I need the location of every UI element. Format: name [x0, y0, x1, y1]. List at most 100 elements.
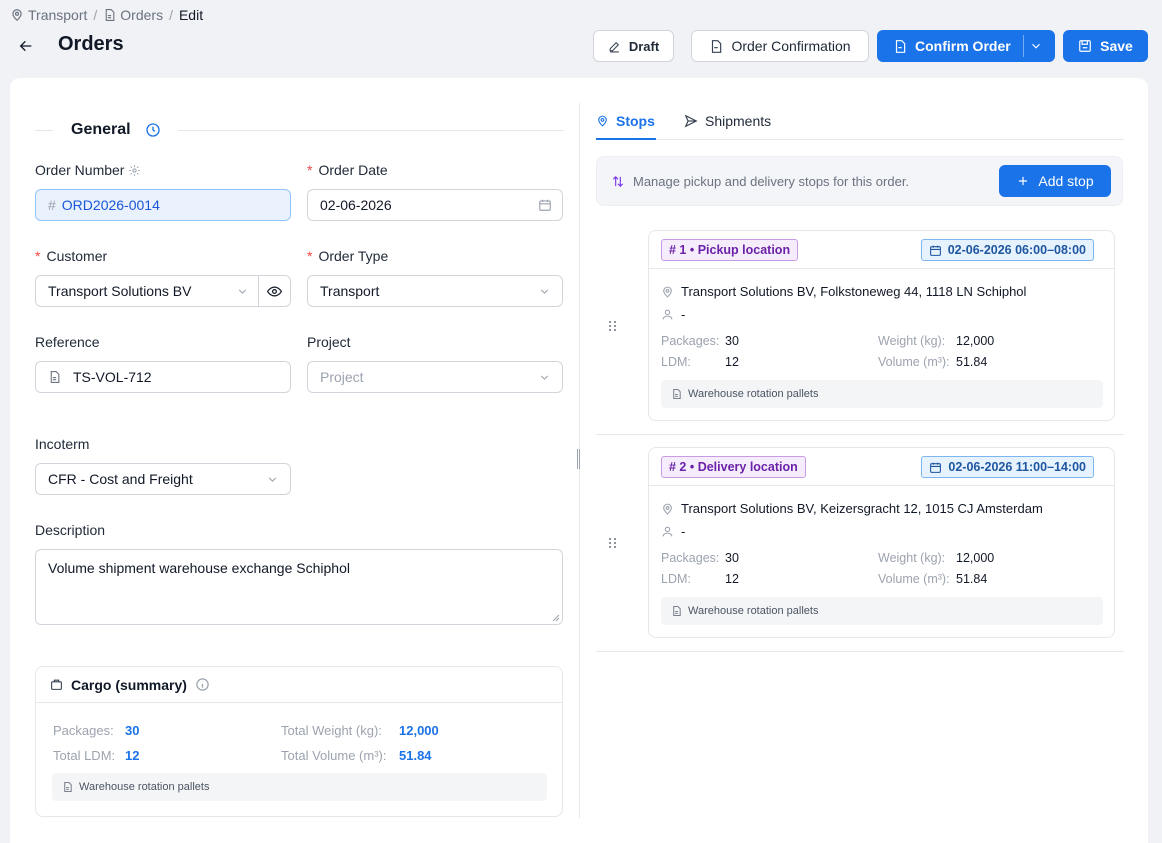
order-confirmation-button[interactable]: Order Confirmation [691, 30, 869, 62]
order-number-value: ORD2026-0014 [61, 197, 160, 213]
order-type-label: * Order Type [307, 248, 388, 264]
back-button[interactable] [16, 36, 36, 56]
order-date-value: 02-06-2026 [320, 197, 392, 213]
stop-note: Warehouse rotation pallets [661, 380, 1103, 408]
order-number-field[interactable]: # ORD2026-0014 [35, 189, 291, 221]
stop-separator [596, 434, 1124, 435]
user-icon [662, 526, 673, 537]
resize-grip-icon[interactable] [552, 614, 560, 622]
map-pin-icon [12, 9, 22, 22]
add-stop-button[interactable]: Add stop [999, 165, 1111, 197]
stop-type-badge: # 2 • Delivery location [661, 456, 806, 478]
project-label-text: Project [307, 334, 351, 350]
pane-resize-handle[interactable] [577, 449, 580, 469]
order-date-field[interactable]: 02-06-2026 [307, 189, 563, 221]
incoterm-label: Incoterm [35, 436, 89, 452]
stop-ldm-label: LDM: [661, 572, 691, 586]
stop-ldm-value: 12 [725, 572, 739, 586]
project-select[interactable]: Project [307, 361, 563, 393]
tab-stops[interactable]: Stops [596, 112, 655, 130]
stop-separator [596, 651, 1124, 652]
drag-grip-icon[interactable] [608, 320, 618, 332]
breadcrumb-transport[interactable]: Transport [10, 7, 87, 23]
gear-icon[interactable] [128, 164, 141, 177]
stop-volume-label: Volume (m³): [878, 355, 950, 369]
customer-select[interactable]: Transport Solutions BV [35, 275, 291, 307]
drag-grip-icon[interactable] [608, 537, 618, 549]
confirm-order-dropdown[interactable] [1029, 39, 1043, 53]
section-rule [178, 130, 564, 131]
breadcrumb: Transport / Orders / Edit [10, 6, 203, 24]
reference-label: Reference [35, 334, 100, 350]
order-type-label-text: Order Type [318, 248, 389, 264]
stop-packages-label: Packages: [661, 551, 720, 565]
customer-value: Transport Solutions BV [48, 283, 192, 299]
stop-address: Transport Solutions BV, Folkstoneweg 44,… [661, 284, 1026, 299]
order-confirmation-label: Order Confirmation [731, 38, 851, 54]
reference-field[interactable]: TS-VOL-712 [35, 361, 291, 393]
send-icon [684, 114, 698, 128]
required-marker: * [35, 248, 41, 264]
customer-label: * Customer [35, 248, 107, 264]
stop-card[interactable]: # 2 • Delivery location 02-06-2026 11:00… [648, 447, 1115, 638]
map-pin-icon [598, 115, 607, 127]
stop-ldm-value: 12 [725, 355, 739, 369]
stop-time-badge: 02-06-2026 11:00–14:00 [921, 456, 1094, 478]
stop-time-text: 02-06-2026 06:00–08:00 [947, 243, 1086, 257]
stop-card[interactable]: # 1 • Pickup location 02-06-2026 06:00–0… [648, 230, 1115, 421]
confirm-order-button[interactable]: Confirm Order [877, 30, 1055, 62]
tabs-rule [596, 139, 1124, 140]
file-pdf-icon [712, 39, 722, 53]
stop-packages-value: 30 [725, 334, 739, 348]
required-marker: * [307, 248, 313, 264]
description-value: Volume shipment warehouse exchange Schip… [48, 560, 350, 576]
calendar-icon [930, 462, 942, 473]
plus-icon [1019, 176, 1028, 186]
breadcrumb-orders[interactable]: Orders [103, 7, 163, 23]
stop-contact: - [661, 524, 685, 539]
save-button[interactable]: Save [1063, 30, 1148, 62]
stop-ldm-label: LDM: [661, 355, 691, 369]
tab-shipments[interactable]: Shipments [684, 112, 771, 130]
info-icon[interactable] [195, 677, 210, 692]
document-icon [48, 370, 61, 384]
breadcrumb-current: Edit [178, 7, 204, 23]
description-textarea[interactable]: Volume shipment warehouse exchange Schip… [35, 549, 563, 625]
chevron-down-icon [538, 371, 551, 384]
project-placeholder: Project [320, 369, 364, 385]
breadcrumb-separator: / [169, 7, 173, 23]
confirm-order-label: Confirm Order [915, 38, 1011, 54]
cargo-volume-value: 51.84 [399, 748, 432, 763]
save-icon [1079, 40, 1091, 52]
stop-weight-label: Weight (kg): [878, 334, 946, 348]
stop-note: Warehouse rotation pallets [661, 597, 1103, 625]
incoterm-select[interactable]: CFR - Cost and Freight [35, 463, 291, 495]
draft-button[interactable]: Draft [593, 30, 674, 62]
cargo-note: Warehouse rotation pallets [52, 773, 547, 801]
order-date-label: * Order Date [307, 162, 388, 178]
reference-value: TS-VOL-712 [73, 369, 152, 385]
file-icon [895, 39, 906, 53]
stop-volume-value: 51.84 [956, 355, 988, 369]
chevron-down-icon [236, 285, 249, 298]
stop-card-header: # 2 • Delivery location 02-06-2026 11:00… [649, 448, 1114, 486]
cargo-note-text: Warehouse rotation pallets [79, 781, 210, 793]
cargo-weight-value: 12,000 [399, 723, 439, 738]
chevron-down-icon [266, 473, 279, 486]
calendar-icon [929, 245, 941, 256]
hash-icon: # [48, 197, 56, 213]
stop-volume-value: 51.84 [956, 572, 988, 586]
eye-icon[interactable] [267, 284, 282, 299]
cargo-summary-title: Cargo (summary) [71, 676, 187, 693]
stop-card-header: # 1 • Pickup location 02-06-2026 06:00–0… [649, 231, 1114, 269]
map-pin-icon [663, 286, 672, 298]
breadcrumb-transport-label: Transport [28, 7, 88, 23]
cargo-summary-panel: Cargo (summary) Packages: 30 Total LDM: … [35, 666, 563, 817]
cargo-packages-value: 30 [125, 723, 140, 738]
page-title: Orders [58, 33, 124, 55]
order-type-select[interactable]: Transport [307, 275, 563, 307]
cargo-ldm-label: Total LDM: [53, 748, 116, 763]
calendar-icon[interactable] [538, 198, 552, 212]
clock-icon[interactable] [145, 122, 161, 138]
breadcrumb-separator: / [93, 7, 98, 23]
